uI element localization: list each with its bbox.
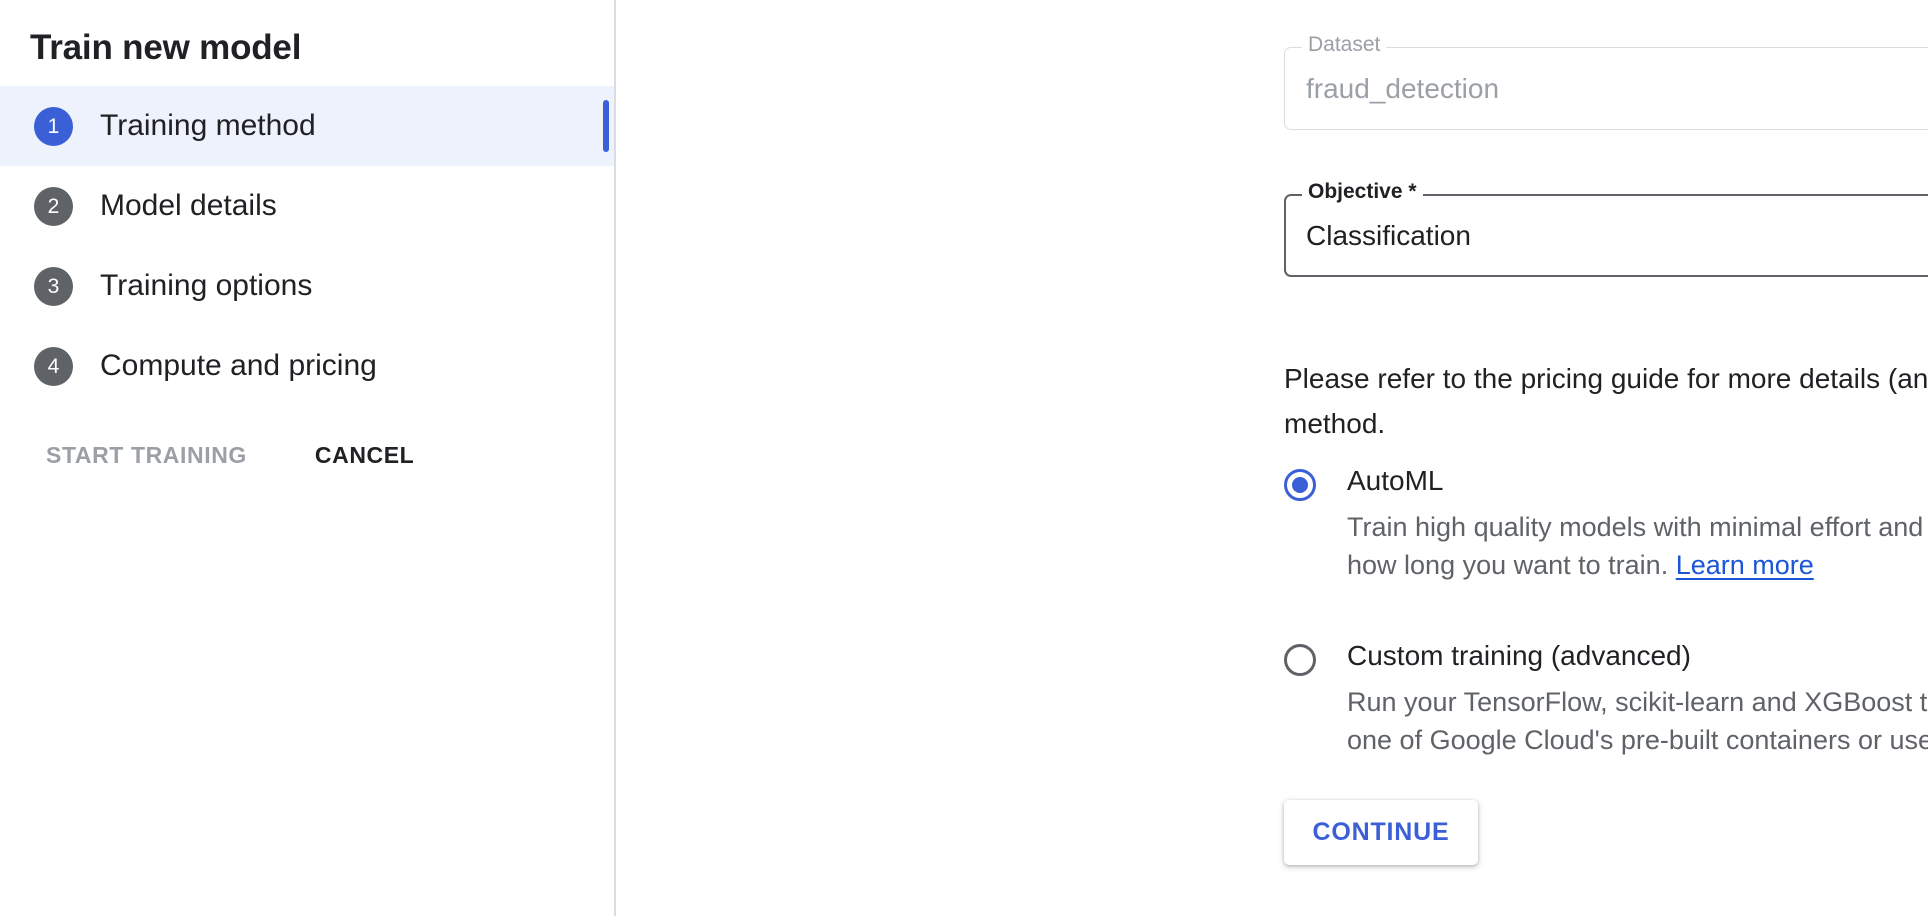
option-automl-description: Train high quality models with minimal e… <box>1347 508 1928 584</box>
dataset-select[interactable]: Dataset fraud_detection ? <box>1284 47 1928 130</box>
option-custom-training[interactable]: Custom training (advanced) Run your Tens… <box>1284 640 1928 759</box>
page-title: Train new model <box>0 0 616 70</box>
option-custom-training-description: Run your TensorFlow, scikit-learn and XG… <box>1347 683 1928 759</box>
step-number-badge: 4 <box>34 347 73 386</box>
continue-button[interactable]: CONTINUE <box>1284 800 1478 865</box>
option-automl-body: AutoML Train high quality models with mi… <box>1347 465 1928 584</box>
train-new-model-page: Train new model 1 Training method 2 Mode… <box>0 0 1928 916</box>
pricing-note: Please refer to the pricing guide for mo… <box>1284 356 1928 446</box>
step-label: Model details <box>100 188 277 224</box>
objective-value: Classification <box>1306 219 1471 253</box>
automl-learn-more-link[interactable]: Learn more <box>1676 550 1814 580</box>
start-training-button[interactable]: START TRAINING <box>46 441 247 469</box>
radio-custom-training[interactable] <box>1284 644 1316 676</box>
sidebar-step-model-details[interactable]: 2 Model details <box>0 166 616 246</box>
dataset-label: Dataset <box>1302 32 1386 58</box>
cancel-button[interactable]: CANCEL <box>315 441 414 469</box>
step-label: Training options <box>100 268 312 304</box>
training-method-radio-group: AutoML Train high quality models with mi… <box>1284 465 1928 759</box>
step-number-badge: 2 <box>34 187 73 226</box>
option-custom-training-description-text: Run your TensorFlow, scikit-learn and XG… <box>1347 687 1928 755</box>
sidebar-step-compute-and-pricing[interactable]: 4 Compute and pricing <box>0 326 616 406</box>
option-custom-training-title[interactable]: Custom training (advanced) <box>1347 640 1928 672</box>
step-number-badge: 3 <box>34 267 73 306</box>
objective-select[interactable]: Objective * Classification <box>1284 194 1928 277</box>
radio-automl[interactable] <box>1284 469 1316 501</box>
dataset-value: fraud_detection <box>1306 72 1499 106</box>
active-step-indicator <box>603 100 609 152</box>
step-number-badge: 1 <box>34 107 73 146</box>
wizard-stepper: 1 Training method 2 Model details 3 Trai… <box>0 86 616 406</box>
option-custom-training-body: Custom training (advanced) Run your Tens… <box>1347 640 1928 759</box>
sidebar-step-training-options[interactable]: 3 Training options <box>0 246 616 326</box>
main-panel: Dataset fraud_detection ? Objective * Cl… <box>616 0 1928 916</box>
wizard-sidebar: Train new model 1 Training method 2 Mode… <box>0 0 616 916</box>
sidebar-action-bar: START TRAINING CANCEL <box>0 441 616 469</box>
step-label: Training method <box>100 108 316 144</box>
option-automl-description-text: Train high quality models with minimal e… <box>1347 512 1928 580</box>
step-label: Compute and pricing <box>100 348 377 384</box>
option-automl[interactable]: AutoML Train high quality models with mi… <box>1284 465 1928 584</box>
option-automl-title[interactable]: AutoML <box>1347 465 1928 497</box>
objective-label: Objective * <box>1302 179 1423 205</box>
sidebar-step-training-method[interactable]: 1 Training method <box>0 86 616 166</box>
